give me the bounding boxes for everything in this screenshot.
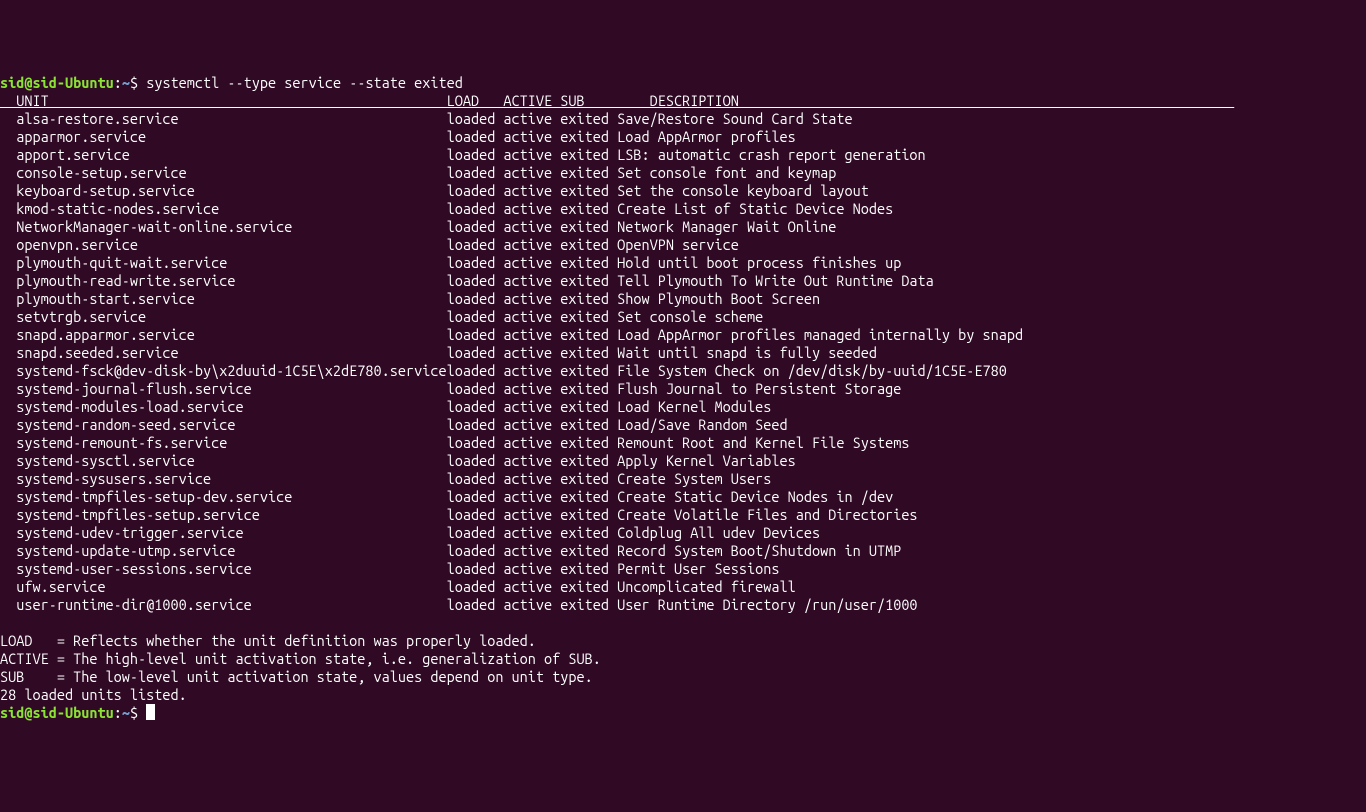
prompt-colon: :	[114, 704, 122, 721]
prompt-path: ~	[122, 74, 130, 91]
prompt-path: ~	[122, 704, 130, 721]
service-row: plymouth-read-write.service loaded activ…	[0, 272, 1366, 290]
service-row: setvtrgb.service loaded active exited Se…	[0, 308, 1366, 326]
service-row: apparmor.service loaded active exited Lo…	[0, 128, 1366, 146]
legend-load: LOAD = Reflects whether the unit definit…	[0, 632, 1366, 650]
prompt-colon: :	[114, 74, 122, 91]
service-row: NetworkManager-wait-online.service loade…	[0, 218, 1366, 236]
service-row: systemd-sysctl.service loaded active exi…	[0, 452, 1366, 470]
service-row: alsa-restore.service loaded active exite…	[0, 110, 1366, 128]
service-row: systemd-tmpfiles-setup.service loaded ac…	[0, 506, 1366, 524]
service-row: plymouth-quit-wait.service loaded active…	[0, 254, 1366, 272]
service-row: snapd.seeded.service loaded active exite…	[0, 344, 1366, 362]
command-text: systemctl --type service --state exited	[146, 74, 463, 91]
service-row: systemd-udev-trigger.service loaded acti…	[0, 524, 1366, 542]
service-row: apport.service loaded active exited LSB:…	[0, 146, 1366, 164]
service-row: plymouth-start.service loaded active exi…	[0, 290, 1366, 308]
prompt-user: sid	[0, 74, 24, 91]
service-row: snapd.apparmor.service loaded active exi…	[0, 326, 1366, 344]
blank-line	[0, 614, 1366, 632]
summary-line: 28 loaded units listed.	[0, 686, 1366, 704]
prompt-line: sid@sid-Ubuntu:~$ systemctl --type servi…	[0, 74, 1366, 92]
terminal-output[interactable]: sid@sid-Ubuntu:~$ systemctl --type servi…	[0, 74, 1366, 722]
prompt-dollar: $	[130, 74, 146, 91]
service-row: keyboard-setup.service loaded active exi…	[0, 182, 1366, 200]
service-row: systemd-journal-flush.service loaded act…	[0, 380, 1366, 398]
table-header: UNIT LOAD ACTIVE SUB DESCRIPTION	[0, 92, 1366, 110]
cursor	[146, 704, 155, 720]
service-row: systemd-update-utmp.service loaded activ…	[0, 542, 1366, 560]
service-row: console-setup.service loaded active exit…	[0, 164, 1366, 182]
service-row: openvpn.service loaded active exited Ope…	[0, 236, 1366, 254]
prompt-line[interactable]: sid@sid-Ubuntu:~$	[0, 704, 1366, 722]
service-row: systemd-sysusers.service loaded active e…	[0, 470, 1366, 488]
prompt-host: @sid-Ubuntu	[24, 704, 113, 721]
prompt-user: sid	[0, 704, 24, 721]
prompt-dollar: $	[130, 704, 146, 721]
prompt-host: @sid-Ubuntu	[24, 74, 113, 91]
service-row: user-runtime-dir@1000.service loaded act…	[0, 596, 1366, 614]
service-row: systemd-fsck@dev-disk-by\x2duuid-1C5E\x2…	[0, 362, 1366, 380]
service-row: systemd-user-sessions.service loaded act…	[0, 560, 1366, 578]
service-row: systemd-tmpfiles-setup-dev.service loade…	[0, 488, 1366, 506]
service-row: systemd-modules-load.service loaded acti…	[0, 398, 1366, 416]
service-row: systemd-remount-fs.service loaded active…	[0, 434, 1366, 452]
service-row: kmod-static-nodes.service loaded active …	[0, 200, 1366, 218]
service-row: ufw.service loaded active exited Uncompl…	[0, 578, 1366, 596]
legend-sub: SUB = The low-level unit activation stat…	[0, 668, 1366, 686]
service-row: systemd-random-seed.service loaded activ…	[0, 416, 1366, 434]
